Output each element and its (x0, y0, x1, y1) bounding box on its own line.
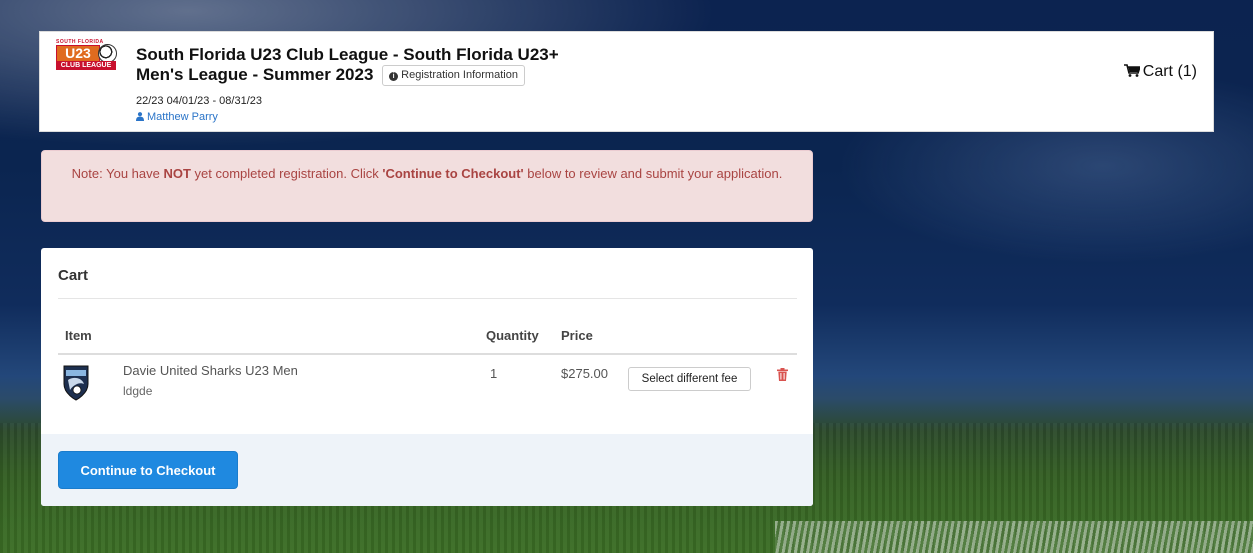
registration-warning-alert: Note: You have NOT yet completed registr… (41, 150, 813, 222)
alert-text-middle: yet completed registration. Click (190, 166, 383, 181)
shopping-cart-icon (1123, 64, 1140, 77)
cart-divider (58, 298, 797, 299)
column-header-quantity: Quantity (486, 328, 539, 343)
league-logo: SOUTH FLORIDA U23 CLUB LEAGUE (55, 39, 119, 74)
info-icon: i (389, 72, 399, 82)
alert-text-prefix: Note: You have (71, 166, 164, 181)
item-name: Davie United Sharks U23 Men (123, 363, 298, 378)
cart-panel: Cart Item Quantity Price Davie United Sh… (41, 248, 813, 506)
alert-text-suffix: below to review and submit your applicat… (523, 166, 783, 181)
item-subtext: ldgde (123, 384, 153, 398)
cart-title: Cart (58, 267, 89, 284)
logo-bottom-text: CLUB LEAGUE (56, 61, 116, 70)
continue-to-checkout-button[interactable]: Continue to Checkout (58, 451, 238, 489)
logo-main-text: U23 (56, 45, 100, 62)
item-quantity: 1 (490, 366, 498, 381)
registration-info-label: Registration Information (401, 69, 518, 82)
cart-label: Cart (1) (1142, 63, 1197, 80)
alert-strong-checkout: 'Continue to Checkout' (382, 166, 524, 181)
table-header-line (58, 353, 797, 355)
cart-footer: Continue to Checkout (41, 434, 813, 506)
trash-icon[interactable] (777, 368, 788, 381)
column-header-item: Item (65, 328, 92, 343)
column-header-price: Price (561, 328, 593, 343)
event-header: SOUTH FLORIDA U23 CLUB LEAGUE South Flor… (39, 31, 1214, 132)
event-title-line2: Men's League - Summer 2023 (136, 65, 374, 84)
user-name: Matthew Parry (147, 111, 218, 123)
alert-strong-not: NOT (163, 166, 191, 181)
item-price: $275.00 (561, 366, 608, 381)
user-link[interactable]: Matthew Parry (136, 111, 218, 123)
user-icon (136, 112, 144, 121)
registration-info-button[interactable]: i Registration Information (382, 65, 525, 87)
select-different-fee-button[interactable]: Select different fee (628, 367, 751, 391)
event-title: South Florida U23 Club League - South Fl… (136, 45, 696, 87)
event-dates: 22/23 04/01/23 - 08/31/23 (136, 95, 262, 107)
background-field-line (775, 521, 1253, 553)
cart-link[interactable]: Cart (1) (1123, 63, 1197, 81)
event-title-line1: South Florida U23 Club League - South Fl… (136, 45, 559, 64)
team-logo-icon (63, 365, 89, 401)
